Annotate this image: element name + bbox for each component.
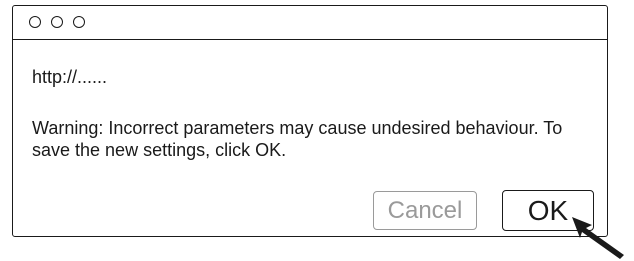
- alert-dialog: http://...... Warning: Incorrect paramet…: [12, 5, 608, 237]
- warning-message: Warning: Incorrect parameters may cause …: [32, 118, 563, 160]
- zoom-window-icon[interactable]: [73, 16, 85, 28]
- ok-button[interactable]: OK: [502, 190, 594, 231]
- title-bar: [13, 6, 607, 40]
- dialog-url: http://......: [32, 67, 108, 87]
- cancel-button[interactable]: Cancel: [373, 191, 477, 230]
- minimize-window-icon[interactable]: [51, 16, 63, 28]
- close-window-icon[interactable]: [29, 16, 41, 28]
